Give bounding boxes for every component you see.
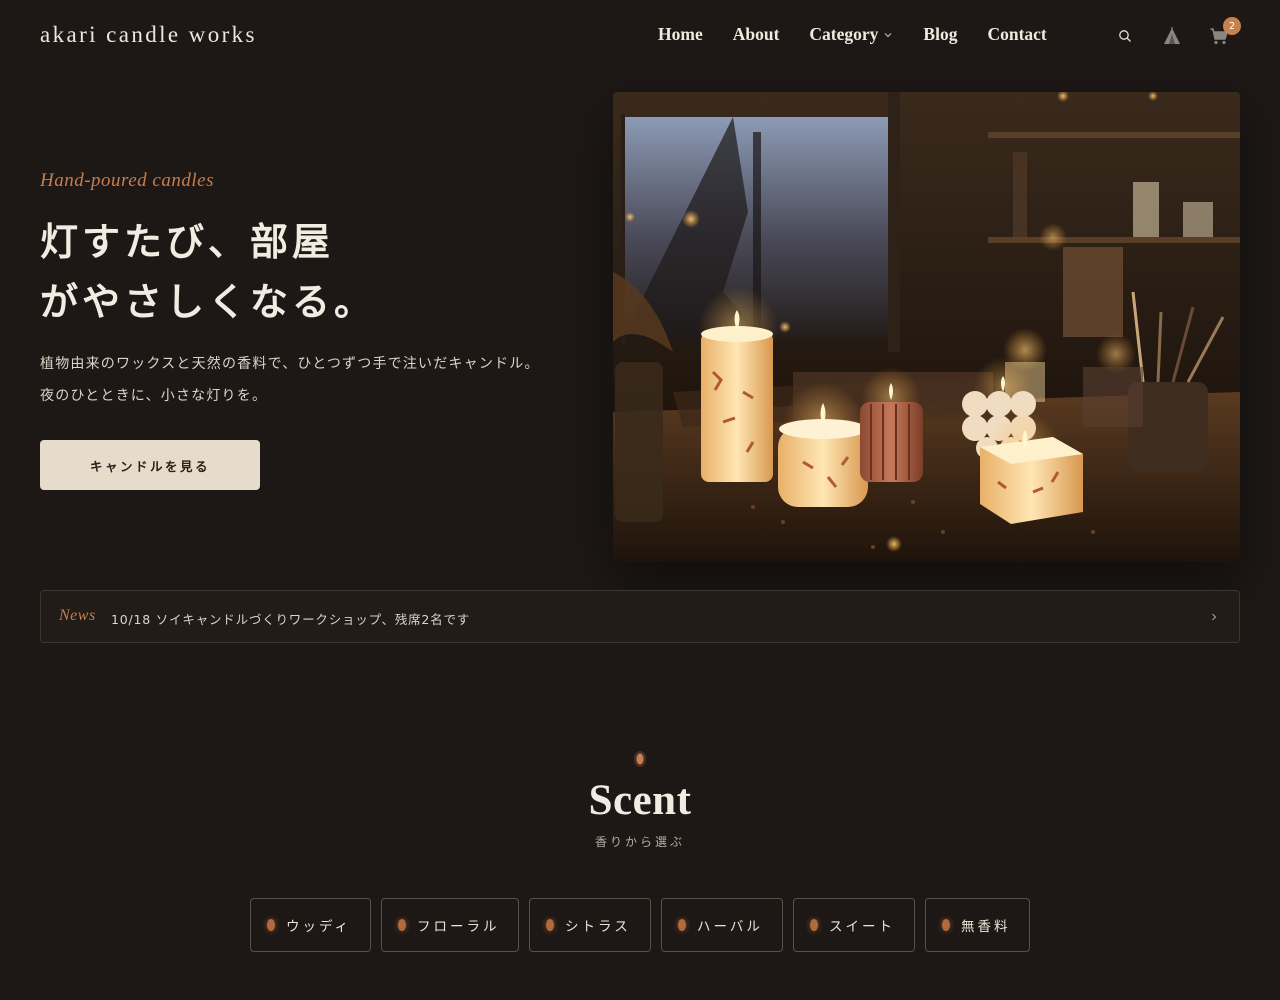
flame-dot-icon <box>398 919 406 931</box>
hero-title: 灯すたび、部屋 がやさしくなる。 <box>40 212 540 332</box>
scent-chip-unscented[interactable]: 無香料 <box>925 898 1030 952</box>
nav-item-label: Category <box>809 24 879 44</box>
nav-item-label: Home <box>658 24 703 44</box>
hero-description: 植物由来のワックスと天然の香料で、ひとつずつ手で注いだキャンドル。夜のひとときに… <box>40 356 540 404</box>
nav-item-label: About <box>732 24 780 44</box>
nav-item-blog[interactable]: Blog <box>923 24 957 45</box>
tent-icon <box>1164 27 1180 44</box>
tent-button[interactable] <box>1160 24 1184 48</box>
chip-label: シトラス <box>565 919 631 935</box>
news-banner[interactable]: News 10/18 ソイキャンドルづくりワークショップ、残席2名です <box>40 590 1240 643</box>
search-icon <box>1119 30 1131 42</box>
chip-label: フローラル <box>417 919 500 935</box>
cart-button[interactable]: 2 <box>1207 17 1241 48</box>
nav-item-label: Blog <box>923 24 958 44</box>
flame-dot-icon <box>810 919 818 931</box>
hero-image <box>613 92 1240 562</box>
hero-eyebrow: Hand-poured candles <box>40 170 214 191</box>
chip-label: ハーバル <box>697 919 763 935</box>
section-title: Scent <box>588 777 692 824</box>
logo[interactable]: akari candle works <box>40 22 257 48</box>
chevron-down-icon <box>885 32 892 37</box>
chevron-right-icon <box>1212 613 1217 621</box>
chip-label: ウッディ <box>286 919 352 935</box>
flame-dot-icon <box>678 919 686 931</box>
nav-item-about[interactable]: About <box>733 24 780 45</box>
scent-chip-herbal[interactable]: ハーバル <box>661 898 783 952</box>
view-candles-button[interactable]: キャンドルを見る <box>40 440 260 490</box>
chip-label: スイート <box>829 919 895 935</box>
cart-count-badge: 2 <box>1223 17 1241 35</box>
nav-item-contact[interactable]: Contact <box>987 24 1046 45</box>
flame-icon <box>634 751 646 767</box>
flame-dot-icon <box>942 919 950 931</box>
news-label: News <box>59 607 96 624</box>
chip-label: 無香料 <box>961 919 1011 935</box>
nav-item-category[interactable]: Category <box>809 24 893 45</box>
section-subtitle: 香りから選ぶ <box>594 835 685 849</box>
main-nav: Home About Category Blog Contact <box>658 24 1077 45</box>
hero-title-line: 灯すたび、部屋 <box>40 219 335 264</box>
scent-chip-sweet[interactable]: スイート <box>793 898 915 952</box>
scent-chip-woody[interactable]: ウッディ <box>250 898 371 952</box>
scent-chip-floral[interactable]: フローラル <box>381 898 519 952</box>
hero-title-line: がやさしくなる。 <box>40 279 377 324</box>
candles-photo <box>613 92 1240 562</box>
search-button[interactable] <box>1113 24 1137 48</box>
site-header: akari candle works Home About Category B… <box>0 0 1280 72</box>
flame-dot-icon <box>546 919 554 931</box>
scent-chip-citrus[interactable]: シトラス <box>529 898 651 952</box>
flame-dot-icon <box>267 919 275 931</box>
nav-item-home[interactable]: Home <box>658 24 703 45</box>
news-text: 10/18 ソイキャンドルづくりワークショップ、残席2名です <box>111 612 471 627</box>
nav-item-label: Contact <box>987 24 1047 44</box>
header-icons: 2 <box>1113 17 1241 48</box>
